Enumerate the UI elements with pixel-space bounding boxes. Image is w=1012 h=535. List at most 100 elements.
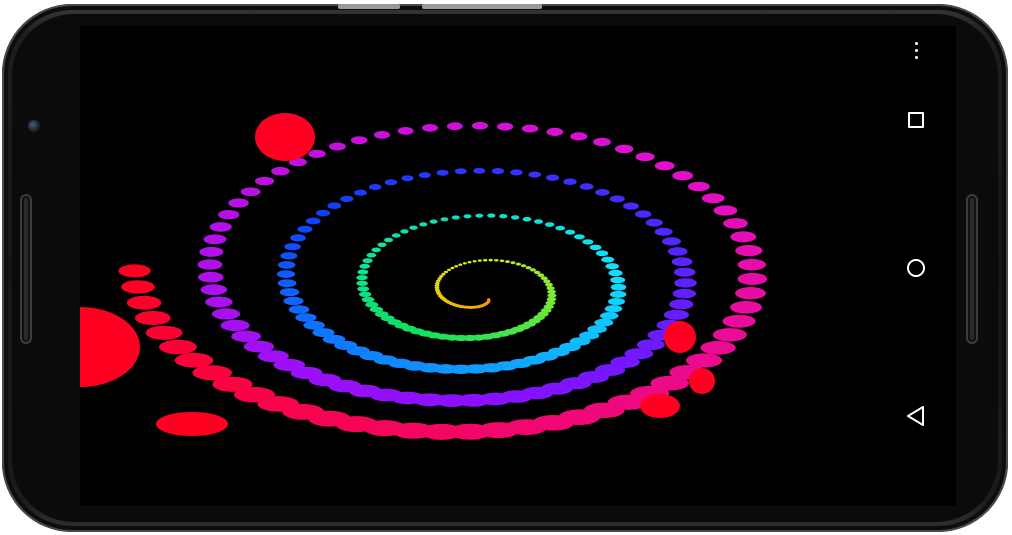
spiral-dot: [458, 263, 463, 266]
spiral-dot: [159, 339, 197, 355]
spiral-dot: [600, 312, 619, 320]
spiral-blob: [156, 412, 228, 436]
spiral-dot: [397, 127, 414, 135]
spiral-dot: [610, 283, 627, 291]
spiral-dot: [735, 245, 763, 257]
spiral-dot: [487, 213, 496, 218]
spiral-dot: [121, 280, 155, 294]
spiral-dot: [354, 189, 367, 196]
spiral-dot: [255, 176, 275, 186]
recents-square-icon: [908, 112, 924, 128]
spiral-dot: [737, 272, 768, 285]
spiral-dot: [228, 198, 249, 208]
spiral-dot: [544, 222, 555, 228]
spiral-dot: [547, 289, 556, 294]
back-triangle-icon: [907, 406, 924, 426]
spiral-dot: [730, 231, 757, 243]
spiral-dot: [365, 301, 379, 308]
spiral-dot: [593, 137, 611, 147]
spiral-dot: [174, 352, 214, 368]
spiral-dot: [356, 275, 368, 281]
spiral-dot: [277, 261, 296, 269]
spiral-dot: [497, 122, 514, 131]
spiral-dot: [280, 252, 298, 260]
spiral-dot: [635, 210, 652, 218]
home-button[interactable]: [896, 248, 936, 288]
spiral-dot: [373, 131, 391, 139]
spiral-dot: [450, 266, 455, 270]
spiral-dot: [409, 225, 418, 230]
spiral-dot: [672, 288, 697, 299]
spiral-dot: [400, 229, 409, 234]
spiral-dot: [350, 136, 368, 145]
spiral-dot: [505, 260, 510, 263]
left-speaker-grille: [20, 194, 32, 344]
spiral-dot: [418, 172, 431, 179]
spiral-dot: [305, 217, 321, 225]
spiral-dot: [546, 286, 555, 291]
spiral-dot: [327, 202, 342, 209]
spiral-dot: [391, 233, 401, 238]
spiral-dot: [126, 295, 162, 310]
spiral-dot: [674, 278, 697, 288]
spiral-dot: [359, 291, 372, 298]
spiral-dot: [205, 296, 233, 308]
spiral-dot: [467, 261, 472, 264]
spiral-dot: [494, 259, 499, 262]
spiral-dot: [118, 264, 151, 278]
spiral-dot: [361, 296, 375, 303]
spiral-blob: [80, 307, 140, 387]
spiral-dot: [555, 225, 566, 231]
recents-button[interactable]: [896, 100, 936, 140]
spiral-dot: [401, 175, 414, 182]
spiral-dot: [623, 202, 639, 210]
spiral-dot: [510, 169, 523, 176]
spiral-dot: [528, 171, 541, 178]
spiral-dot: [663, 309, 690, 320]
spiral-dot: [737, 258, 766, 271]
app-canvas[interactable]: [80, 26, 876, 506]
spiral-dot: [462, 262, 467, 265]
spiral-dot: [477, 259, 482, 262]
spiral-dot: [735, 287, 766, 300]
spiral-dot: [454, 168, 467, 175]
spiral-dot: [357, 286, 370, 292]
spiral-dot: [283, 296, 304, 306]
spiral-dot: [589, 244, 602, 251]
spiral-dot: [546, 174, 560, 181]
spiral-dot: [673, 267, 696, 277]
spiral-dot: [522, 216, 532, 222]
spiral-dot: [419, 222, 428, 227]
spiral-dot: [440, 217, 449, 222]
spiral-dot: [443, 270, 449, 274]
spiral-dot: [359, 263, 371, 269]
spiral-dot: [595, 189, 610, 196]
spiral-dot: [669, 299, 694, 310]
spiral-dot: [525, 266, 532, 270]
spiral-dot: [667, 247, 688, 256]
spiral-dot: [472, 260, 477, 263]
spiral-dot: [546, 127, 564, 136]
spiral-dot: [290, 234, 306, 242]
right-speaker-grille: [966, 194, 978, 344]
spiral-dot: [529, 268, 536, 272]
spiral-dot: [722, 314, 756, 328]
spiral-blob: [640, 394, 680, 418]
back-button[interactable]: [896, 396, 936, 436]
spiral-dot: [608, 269, 623, 277]
spiral-dot: [134, 311, 171, 325]
spiral-dot: [231, 330, 261, 343]
spiral-dot: [700, 341, 736, 355]
spiral-dot: [570, 132, 588, 141]
spiral-blob: [255, 113, 315, 161]
spiral-dot: [483, 258, 488, 262]
spiral-dot: [243, 340, 275, 353]
spiral-dot: [723, 218, 748, 229]
spiral-dot: [672, 171, 694, 181]
spiral-dot: [384, 179, 398, 186]
overflow-menu-button[interactable]: [896, 30, 936, 70]
spiral-dot: [662, 237, 681, 246]
spiral-dot: [288, 305, 310, 314]
spiral-dot: [499, 259, 505, 263]
spiral-dot: [543, 279, 551, 284]
